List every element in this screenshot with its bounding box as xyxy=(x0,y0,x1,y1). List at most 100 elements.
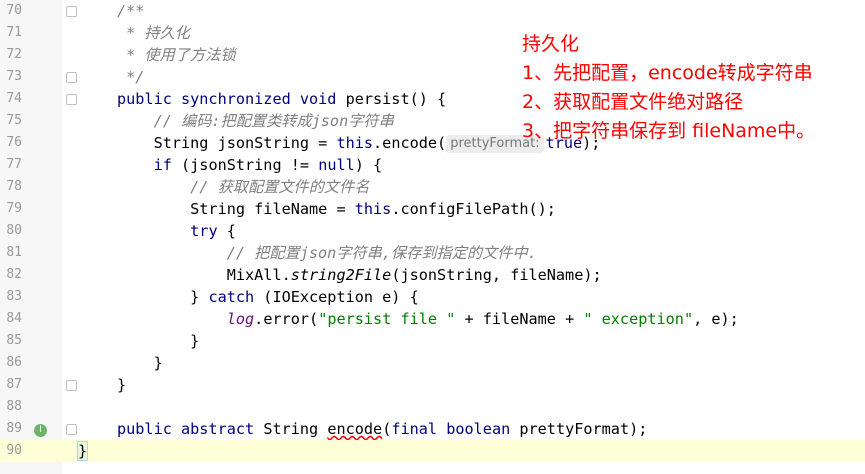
code-text: } xyxy=(117,352,163,374)
code-line[interactable]: 84 log.error("persist file " + fileName … xyxy=(0,308,865,330)
code-token: { xyxy=(217,222,236,240)
code-token: } xyxy=(76,441,89,461)
code-line[interactable]: 88 xyxy=(0,396,865,418)
code-token: log xyxy=(226,310,255,328)
fold-toggle-icon[interactable] xyxy=(66,94,77,105)
code-token: persist() { xyxy=(345,90,447,108)
code-token: .configFilePath(); xyxy=(391,200,556,218)
code-token: prettyFormat); xyxy=(519,420,648,438)
annotation-note: 持久化 1、先把配置，encode转成字符串 2、获取配置文件绝对路径 3、把字… xyxy=(522,30,815,146)
code-text: */ xyxy=(117,66,144,88)
code-text: // 编码:把配置类转成json字符串 xyxy=(117,110,394,132)
code-token: "persist file " xyxy=(318,310,456,328)
code-text: } xyxy=(117,330,199,352)
code-text: } catch (IOException e) { xyxy=(117,286,419,308)
code-token: , e); xyxy=(693,310,739,328)
code-token: (jsonString != xyxy=(171,156,319,174)
line-number: 78 xyxy=(6,179,22,194)
code-token: + fileName + xyxy=(455,310,584,328)
line-number: 84 xyxy=(6,311,22,326)
code-text: try { xyxy=(117,220,236,242)
code-text: } xyxy=(76,440,89,462)
line-number: 71 xyxy=(6,25,22,40)
code-token: .encode( xyxy=(373,134,447,152)
code-line[interactable]: 83 } catch (IOException e) { xyxy=(0,286,865,308)
line-number: 75 xyxy=(6,113,22,128)
implementation-marker-icon[interactable]: I xyxy=(34,424,47,437)
code-text: public synchronized void persist() { xyxy=(117,88,446,110)
code-token: " exception" xyxy=(583,310,694,328)
code-token: ) { xyxy=(354,156,383,174)
code-token: // 编码:把配置类转成json字符串 xyxy=(117,112,394,130)
code-text: } xyxy=(117,374,126,396)
code-token: .error( xyxy=(254,310,319,328)
code-line[interactable]: 90} xyxy=(0,440,865,462)
fold-toggle-icon[interactable] xyxy=(66,380,77,391)
code-token: String xyxy=(263,420,328,438)
code-token: String fileName = xyxy=(117,200,355,218)
line-number: 83 xyxy=(6,289,22,304)
code-text: * 使用了方法锁 xyxy=(117,44,236,66)
line-number: 81 xyxy=(6,245,22,260)
line-number: 90 xyxy=(6,443,22,458)
line-number: 85 xyxy=(6,333,22,348)
fold-toggle-icon[interactable] xyxy=(66,6,77,17)
line-number: 72 xyxy=(6,47,22,62)
code-token: } xyxy=(117,354,163,372)
code-line[interactable]: 70 /** xyxy=(0,0,865,22)
line-number: 82 xyxy=(6,267,22,282)
code-text: /** xyxy=(117,0,144,22)
code-token: ( xyxy=(382,420,392,438)
code-line[interactable]: 89 public abstract String encode(final bo… xyxy=(0,418,865,440)
code-token: (IOException e) { xyxy=(254,288,419,306)
code-token: } xyxy=(117,288,209,306)
code-token: // 把配置json字符串,保存到指定的文件中. xyxy=(117,244,537,262)
code-line[interactable]: 87} xyxy=(0,374,865,396)
code-line[interactable]: 77 if (jsonString != null) { xyxy=(0,154,865,176)
code-line[interactable]: 80 try { xyxy=(0,220,865,242)
code-token: try xyxy=(190,222,218,240)
annotation-item-1: 1、先把配置，encode转成字符串 xyxy=(522,62,813,84)
code-line[interactable]: 79 String fileName = this.configFilePath… xyxy=(0,198,865,220)
code-token: this xyxy=(336,134,374,152)
code-text: log.error("persist file " + fileName + "… xyxy=(117,308,739,330)
line-number: 74 xyxy=(6,91,22,106)
code-text: String fileName = this.configFilePath(); xyxy=(117,198,556,220)
code-text: * 持久化 xyxy=(117,22,190,44)
code-token: encode xyxy=(327,420,383,438)
fold-toggle-icon[interactable] xyxy=(66,424,77,435)
line-number: 88 xyxy=(6,399,22,414)
code-token: * 持久化 xyxy=(117,24,190,42)
line-number: 70 xyxy=(6,3,22,18)
code-line[interactable]: 86 } xyxy=(0,352,865,374)
code-line[interactable]: 78 // 获取配置文件的文件名 xyxy=(0,176,865,198)
code-token: (jsonString, fileName); xyxy=(391,266,602,284)
code-text: // 把配置json字符串,保存到指定的文件中. xyxy=(117,242,537,264)
line-number: 79 xyxy=(6,201,22,216)
code-token: /** xyxy=(117,2,145,20)
code-token: String jsonString = xyxy=(117,134,337,152)
code-token: string2File xyxy=(290,266,392,284)
code-text: MixAll.string2File(jsonString, fileName)… xyxy=(117,264,602,286)
annotation-item-2: 2、获取配置文件绝对路径 xyxy=(522,91,744,113)
fold-toggle-icon[interactable] xyxy=(66,72,77,83)
annotation-title: 持久化 xyxy=(522,33,580,55)
line-number: 87 xyxy=(6,377,22,392)
code-line[interactable]: 81 // 把配置json字符串,保存到指定的文件中. xyxy=(0,242,865,264)
line-number: 80 xyxy=(6,223,22,238)
line-number: 76 xyxy=(6,135,22,150)
code-token: null xyxy=(318,156,355,174)
code-token: this xyxy=(354,200,392,218)
code-line[interactable]: 85 } xyxy=(0,330,865,352)
code-token: public abstract xyxy=(117,420,264,438)
line-number: 73 xyxy=(6,69,22,84)
code-text: // 获取配置文件的文件名 xyxy=(117,176,369,198)
line-number: 77 xyxy=(6,157,22,172)
code-token: // 获取配置文件的文件名 xyxy=(117,178,370,196)
code-token: * 使用了方法锁 xyxy=(117,46,236,64)
code-line[interactable]: 82 MixAll.string2File(jsonString, fileNa… xyxy=(0,264,865,286)
code-text: public abstract String encode(final bool… xyxy=(117,418,647,440)
